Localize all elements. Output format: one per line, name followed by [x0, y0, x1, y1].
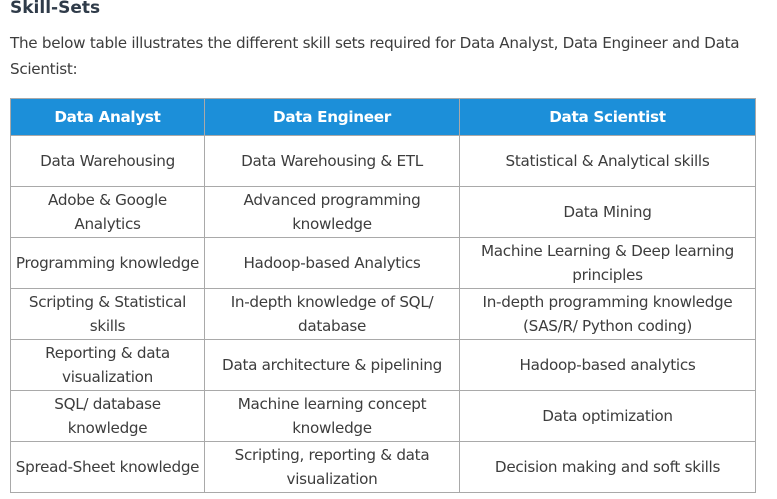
table-cell: In-depth knowledge of SQL/ database [204, 288, 460, 340]
table-cell: Hadoop-based Analytics [204, 237, 460, 289]
table-cell: Advanced programming knowledge [204, 186, 460, 238]
skill-sets-table: Data Analyst Data Engineer Data Scientis… [10, 98, 756, 493]
table-cell: Scripting, reporting & data visualizatio… [204, 441, 460, 493]
table-cell: Machine Learning & Deep learning princip… [459, 237, 756, 289]
table-cell: Hadoop-based analytics [459, 339, 756, 391]
table-cell: Data Warehousing [10, 135, 205, 187]
table-cell: SQL/ database knowledge [10, 390, 205, 442]
table-cell: Data architecture & pipelining [204, 339, 460, 391]
section-heading: Skill-Sets [10, 0, 101, 18]
table-row: SQL/ database knowledge Machine learning… [10, 390, 756, 442]
table-cell: Data optimization [459, 390, 756, 442]
table-cell: Spread-Sheet knowledge [10, 441, 205, 493]
table-cell: Scripting & Statistical skills [10, 288, 205, 340]
table-cell: Reporting & data visualization [10, 339, 205, 391]
table-row: Data Warehousing Data Warehousing & ETL … [10, 135, 756, 187]
table-row: Spread-Sheet knowledge Scripting, report… [10, 441, 756, 493]
table-cell: Machine learning concept knowledge [204, 390, 460, 442]
intro-paragraph: The below table illustrates the differen… [10, 34, 740, 78]
column-header-data-scientist: Data Scientist [459, 98, 756, 136]
table-header-row: Data Analyst Data Engineer Data Scientis… [10, 98, 756, 136]
table-row: Reporting & data visualization Data arch… [10, 339, 756, 391]
table-cell: Statistical & Analytical skills [459, 135, 756, 187]
table-row: Adobe & Google Analytics Advanced progra… [10, 186, 756, 238]
table-cell: In-depth programming knowledge (SAS/R/ P… [459, 288, 756, 340]
table-cell: Adobe & Google Analytics [10, 186, 205, 238]
table-row: Programming knowledge Hadoop-based Analy… [10, 237, 756, 289]
table-cell: Programming knowledge [10, 237, 205, 289]
table-cell: Data Mining [459, 186, 756, 238]
column-header-data-engineer: Data Engineer [204, 98, 460, 136]
column-header-data-analyst: Data Analyst [10, 98, 205, 136]
table-cell: Decision making and soft skills [459, 441, 756, 493]
table-cell: Data Warehousing & ETL [204, 135, 460, 187]
table-row: Scripting & Statistical skills In-depth … [10, 288, 756, 340]
